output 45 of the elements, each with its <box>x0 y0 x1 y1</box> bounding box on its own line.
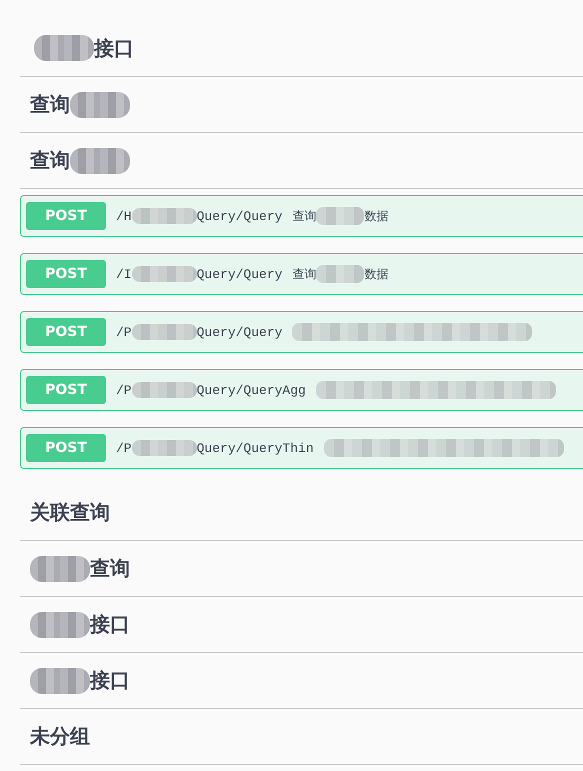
redaction-blur <box>132 324 197 340</box>
redaction-blur <box>132 440 197 456</box>
section-heading: 查询 <box>90 555 130 582</box>
redaction-blur <box>70 92 130 118</box>
redaction-blur <box>316 265 364 283</box>
endpoint-path: Query/QueryAgg <box>196 382 306 398</box>
section-heading: 查询 <box>30 91 70 118</box>
section-heading: 接口 <box>90 611 130 638</box>
method-badge: POST <box>26 318 106 346</box>
section-heading: 接口 <box>94 34 134 62</box>
endpoint-path: /P <box>116 382 132 398</box>
endpoint-path: Query/QueryThin <box>196 440 314 456</box>
operation-row[interactable]: POST /P Query/QueryAgg <box>20 369 583 411</box>
method-badge: POST <box>26 260 106 288</box>
redaction-blur <box>70 148 130 174</box>
section-heading: 接口 <box>90 667 130 694</box>
operation-row[interactable]: POST /P Query/QueryThin <box>20 427 583 469</box>
endpoint-path: /I <box>116 266 132 282</box>
redaction-blur <box>132 266 197 282</box>
redaction-blur <box>132 208 197 224</box>
redaction-blur <box>132 382 197 398</box>
endpoint-summary: 查询 <box>292 208 316 224</box>
endpoint-summary: 数据 <box>364 266 388 282</box>
section-heading: 关联查询 <box>30 499 110 526</box>
endpoint-summary: 查询 <box>292 266 316 282</box>
endpoint-path: Query/Query <box>196 266 282 282</box>
operation-row[interactable]: POST /H Query/Query 查询 数据 <box>20 195 583 237</box>
redaction-blur <box>316 207 364 225</box>
endpoint-path: /P <box>116 324 132 340</box>
section-heading: 未分组 <box>30 723 90 750</box>
operation-row[interactable]: POST /P Query/Query <box>20 311 583 353</box>
redaction-blur <box>34 35 94 61</box>
redaction-blur <box>30 612 90 638</box>
endpoint-path: Query/Query <box>196 208 282 224</box>
section-heading: 查询 <box>30 147 70 174</box>
endpoint-path: /H <box>116 208 132 224</box>
method-badge: POST <box>26 202 106 230</box>
method-badge: POST <box>26 434 106 462</box>
method-badge: POST <box>26 376 106 404</box>
redaction-blur <box>30 556 90 582</box>
redaction-blur <box>30 668 90 694</box>
endpoint-summary: 数据 <box>364 208 388 224</box>
endpoint-path: /P <box>116 440 132 456</box>
operation-row[interactable]: POST /I Query/Query 查询 数据 <box>20 253 583 295</box>
endpoint-path: Query/Query <box>196 324 282 340</box>
